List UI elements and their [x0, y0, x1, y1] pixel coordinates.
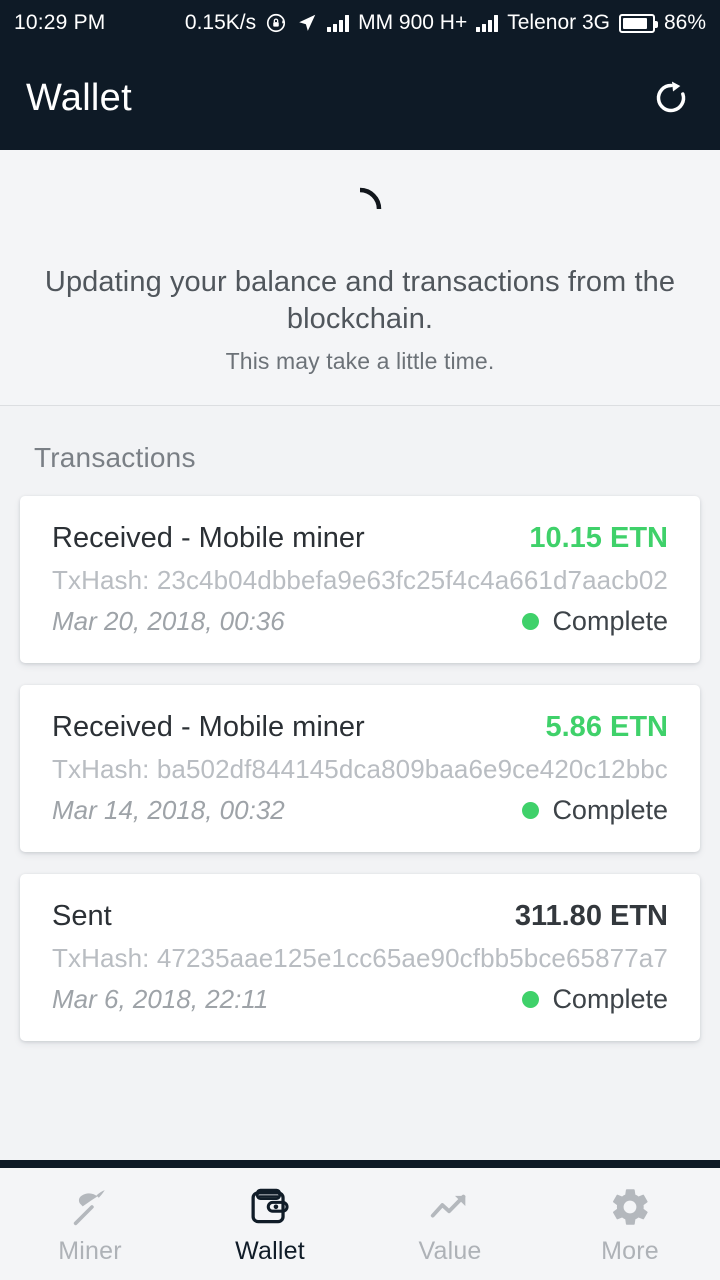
transactions-list: Received - Mobile miner 10.15 ETN TxHash… — [0, 474, 720, 1042]
nav-item-wallet[interactable]: Wallet — [180, 1168, 360, 1280]
status-dot-icon — [522, 802, 540, 820]
app-bar: Wallet — [0, 46, 720, 150]
loading-submessage: This may take a little time. — [225, 348, 495, 375]
status-dot-icon — [522, 613, 540, 631]
transaction-amount: 311.80 ETN — [514, 900, 668, 933]
wallet-icon — [247, 1183, 293, 1231]
status-badge: Complete — [522, 984, 668, 1015]
status-badge: Complete — [522, 795, 668, 826]
nav-item-more[interactable]: More — [540, 1168, 720, 1280]
nav-label-wallet: Wallet — [235, 1236, 305, 1265]
status-dot-icon — [522, 991, 540, 1009]
battery-icon — [618, 13, 658, 33]
transaction-date: Mar 14, 2018, 00:32 — [52, 795, 285, 826]
bottom-navigation: Miner Wallet Value More — [0, 1168, 720, 1280]
transactions-section: Transactions Received - Mobile miner 10.… — [0, 406, 720, 1160]
transactions-heading: Transactions — [34, 442, 196, 474]
transaction-hash: TxHash: 47235aae125e1cc65ae90cfbb5bce658… — [52, 943, 668, 974]
table-row[interactable]: Sent 311.80 ETN TxHash: 47235aae125e1cc6… — [20, 874, 700, 1042]
spinner-container — [30, 176, 690, 242]
transaction-date: Mar 20, 2018, 00:36 — [52, 606, 285, 637]
signal-bars-icon — [327, 14, 350, 32]
pickaxe-icon — [67, 1183, 113, 1231]
loading-message: Updating your balance and transactions f… — [44, 266, 676, 335]
transaction-title: Received - Mobile miner — [52, 711, 365, 744]
rotation-lock-icon — [265, 12, 287, 34]
carrier2-label: Telenor 3G — [507, 11, 610, 34]
nav-label-more: More — [601, 1236, 659, 1265]
nav-separator — [0, 1160, 720, 1168]
status-badge: Complete — [522, 606, 668, 637]
status-bar: 10:29 PM 0.15K/s MM 900 H+ Telenor 3G 86… — [0, 0, 720, 46]
nav-item-miner[interactable]: Miner — [0, 1168, 180, 1280]
app-screen: 10:29 PM 0.15K/s MM 900 H+ Telenor 3G 86… — [0, 0, 720, 1280]
status-label: Complete — [552, 606, 668, 637]
trending-up-icon — [427, 1183, 473, 1231]
transaction-amount: 5.86 ETN — [545, 711, 669, 744]
transaction-title: Received - Mobile miner — [52, 522, 365, 555]
signal-bars-icon-2 — [476, 14, 499, 32]
status-label: Complete — [552, 984, 668, 1015]
transaction-hash: TxHash: ba502df844145dca809baa6e9ce420c1… — [52, 754, 668, 785]
table-row[interactable]: Received - Mobile miner 5.86 ETN TxHash:… — [20, 685, 700, 853]
page-title: Wallet — [26, 76, 132, 119]
status-clock: 10:29 PM — [14, 11, 106, 34]
refresh-icon[interactable] — [648, 75, 694, 121]
spinner-arc-icon — [337, 186, 383, 232]
transaction-amount: 10.15 ETN — [529, 522, 668, 555]
transaction-title: Sent — [52, 900, 112, 933]
gear-icon — [608, 1183, 652, 1231]
nav-item-value[interactable]: Value — [360, 1168, 540, 1280]
table-row[interactable]: Received - Mobile miner 10.15 ETN TxHash… — [20, 496, 700, 664]
location-arrow-icon — [296, 12, 318, 34]
nav-label-miner: Miner — [58, 1236, 122, 1265]
nav-label-value: Value — [418, 1236, 482, 1265]
battery-percent-label: 86% — [663, 11, 706, 34]
transaction-date: Mar 6, 2018, 22:11 — [52, 984, 269, 1015]
data-rate-label: 0.15K/s — [184, 11, 257, 34]
carrier-label: MM 900 H+ — [358, 11, 468, 34]
transaction-hash: TxHash: 23c4b04dbbefa9e63fc25f4c4a661d7a… — [52, 565, 668, 596]
status-label: Complete — [552, 795, 668, 826]
loading-panel: Updating your balance and transactions f… — [0, 150, 720, 407]
status-indicators: 0.15K/s MM 900 H+ Telenor 3G 86% — [185, 11, 706, 35]
